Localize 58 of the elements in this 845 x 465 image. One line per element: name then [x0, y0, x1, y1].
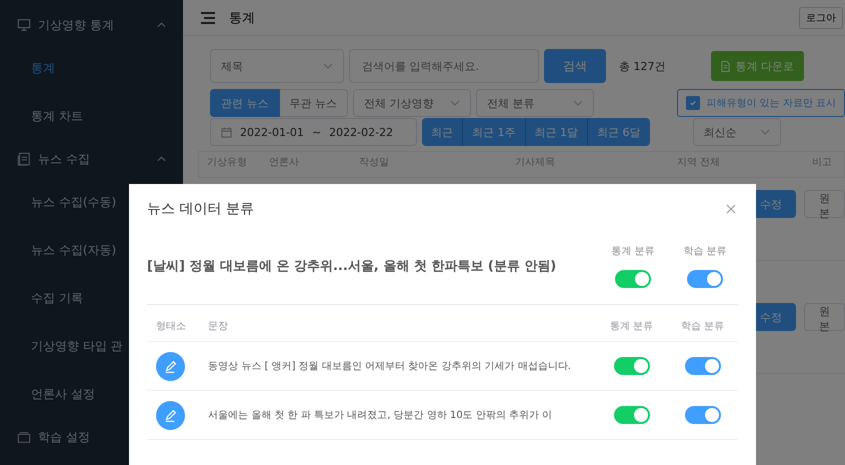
- period-button[interactable]: 최근 1달: [526, 118, 588, 146]
- page-title: 통계: [229, 10, 256, 26]
- document-icon: [720, 60, 730, 72]
- news-tab[interactable]: 관련 뉴스: [210, 89, 280, 117]
- sentence-text: 동영상 뉴스 [ 앵커] 정월 대보름인 어제부터 찾아온 강추위의 기세가 매섭습니다.: [208, 360, 572, 374]
- dialog-title: 뉴스 데이터 분류: [147, 200, 254, 218]
- column-header: 통계 분류: [609, 320, 654, 333]
- menu-group[interactable]: 뉴스 수집: [0, 140, 183, 178]
- toggle-switch[interactable]: [684, 406, 721, 424]
- article-title: [날씨] 정월 대보름에 온 강추위...서울, 올해 첫 한파특보 (분류 안됨): [147, 258, 558, 276]
- total-count: 총 127건: [619, 58, 666, 74]
- tray-icon: [17, 430, 31, 444]
- filter-select[interactable]: 전체 분류: [476, 89, 594, 117]
- monitor-icon: [17, 18, 31, 32]
- date-range-field[interactable]: 2022-01-01 ~ 2022-02-22: [210, 118, 417, 146]
- download-button[interactable]: 통계 다운로: [710, 51, 804, 81]
- menu-item[interactable]: 통계: [0, 44, 183, 92]
- period-button[interactable]: 최근 1주: [463, 118, 526, 146]
- toggle-label: 통계 분류: [611, 245, 655, 258]
- menu-icon[interactable]: [201, 12, 215, 24]
- chevron-icon: [450, 100, 460, 106]
- column-header: 학습 분류: [680, 320, 726, 333]
- checkmark-icon: [689, 99, 698, 107]
- toggle-label: 학습 분류: [683, 245, 727, 258]
- chevron-icon: [573, 100, 584, 106]
- period-button[interactable]: 최근: [422, 118, 463, 146]
- menu-group-label: 기상영향 통계: [38, 16, 115, 34]
- calendar-icon: [221, 126, 232, 138]
- menu-group-label: 학습 설정: [38, 428, 91, 446]
- toggle-switch[interactable]: [614, 406, 650, 424]
- news-tab[interactable]: 무관 뉴스: [280, 89, 348, 117]
- pencil-icon[interactable]: [156, 352, 185, 380]
- toggle-switch[interactable]: [687, 270, 723, 288]
- toggle-switch[interactable]: [615, 270, 651, 288]
- field-select[interactable]: 제목: [210, 49, 344, 83]
- close-icon[interactable]: [726, 204, 736, 214]
- period-button[interactable]: 최근 6달: [588, 118, 650, 146]
- filter-select[interactable]: 전체 기상영향: [353, 89, 472, 117]
- pencil-icon[interactable]: [156, 400, 185, 430]
- chevron-icon: [760, 129, 770, 135]
- menu-item[interactable]: 통계 차트: [0, 92, 183, 140]
- column-header: 문장: [208, 320, 230, 333]
- menu-group[interactable]: 기상영향 통계: [0, 6, 183, 44]
- original-button[interactable]: 원본: [804, 303, 845, 331]
- menu-group[interactable]: 학습 설정: [0, 418, 183, 456]
- search-button[interactable]: 검색: [544, 49, 606, 83]
- toggle-switch[interactable]: [614, 357, 650, 375]
- search-field[interactable]: 검색어를 입력해주세요.: [349, 49, 539, 83]
- chevron-icon: [323, 63, 333, 69]
- original-button[interactable]: 원본: [804, 190, 845, 218]
- column-header: 형태소: [155, 320, 187, 333]
- document-icon: [17, 152, 31, 166]
- menu-group-label: 뉴스 수집: [38, 150, 91, 168]
- logout-button[interactable]: 로그아: [799, 6, 843, 28]
- toggle-switch[interactable]: [684, 357, 721, 375]
- sentence-text: 서울에는 올해 첫 한 파 특보가 내려졌고, 당분간 영하 10도 안팎의 추위가 이: [208, 408, 554, 422]
- damage-filter-checkbox[interactable]: 피해유형이 있는 자료만 표시: [677, 89, 845, 117]
- sort-select[interactable]: 최신순: [692, 118, 780, 146]
